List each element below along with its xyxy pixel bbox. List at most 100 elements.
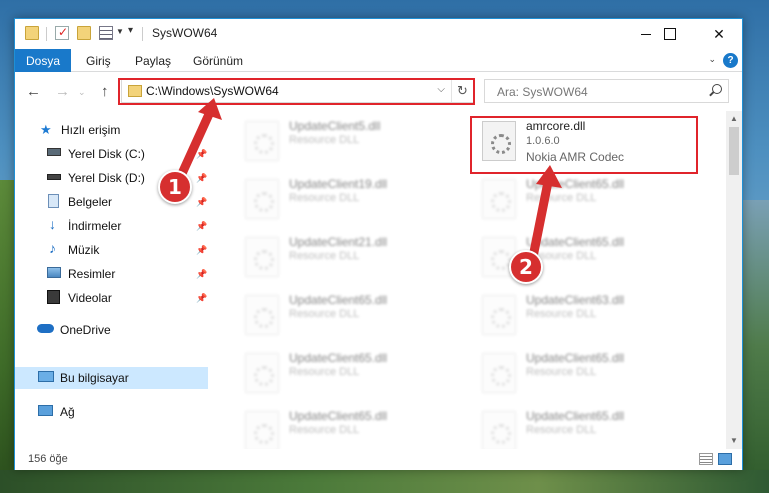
- title-bar: ▼ ▾ SysWOW64 ✕: [15, 19, 742, 49]
- sidebar-item-music[interactable]: ♪ Müzik 📌: [15, 239, 208, 261]
- drive-icon: [47, 174, 61, 180]
- up-button[interactable]: ↑: [101, 83, 109, 100]
- sidebar-item-label: Ağ: [60, 405, 75, 419]
- list-item[interactable]: UpdateClient19.dll Resource DLL: [235, 173, 460, 225]
- item-count: 156 öğe: [28, 453, 68, 465]
- window-title: SysWOW64: [152, 26, 218, 40]
- pin-icon[interactable]: 📌: [196, 173, 207, 184]
- file-name: UpdateClient65.dll: [289, 293, 388, 307]
- details-view-icon[interactable]: [699, 453, 713, 465]
- address-bar-highlight: [118, 78, 475, 105]
- recent-locations-icon[interactable]: ⌄: [78, 87, 86, 98]
- step-badge-1: 1: [158, 170, 192, 204]
- file-type: Resource DLL: [526, 192, 597, 204]
- maximize-button[interactable]: [647, 19, 693, 49]
- navigation-pane: ★ Hızlı erişim Yerel Disk (C:) 📌 Yerel D…: [15, 111, 208, 449]
- file-name: UpdateClient65.dll: [526, 177, 625, 191]
- list-item[interactable]: UpdateClient21.dll Resource DLL: [235, 231, 460, 283]
- list-item[interactable]: UpdateClient65.dll Resource DLL: [235, 289, 460, 341]
- pin-icon[interactable]: 📌: [196, 197, 207, 208]
- file-name: UpdateClient65.dll: [526, 351, 625, 365]
- tab-home[interactable]: Giriş: [86, 49, 111, 72]
- large-icons-view-icon[interactable]: [718, 453, 732, 465]
- file-name: UpdateClient65.dll: [526, 235, 625, 249]
- pin-icon[interactable]: 📌: [196, 245, 207, 256]
- ribbon-tabs: Dosya Giriş Paylaş Görünüm ⌄ ?: [15, 49, 742, 72]
- file-name: UpdateClient63.dll: [526, 293, 625, 307]
- properties-check-icon[interactable]: [55, 25, 69, 40]
- file-name: UpdateClient65.dll: [289, 409, 388, 423]
- forward-button[interactable]: →: [55, 83, 70, 100]
- sidebar-item-label: Yerel Disk (D:): [68, 171, 145, 185]
- file-type: Resource DLL: [526, 308, 597, 320]
- sidebar-item-label: Belgeler: [68, 195, 113, 209]
- chevron-down-icon[interactable]: ▼: [116, 27, 124, 36]
- tab-view[interactable]: Görünüm: [193, 49, 243, 72]
- properties-icon[interactable]: [99, 26, 113, 40]
- file-name: UpdateClient65.dll: [526, 409, 625, 423]
- chevron-down-icon[interactable]: ⌄: [708, 54, 716, 65]
- status-bar: 156 öğe: [15, 449, 742, 470]
- vertical-scrollbar[interactable]: ▲ ▼: [726, 111, 742, 449]
- drive-icon: [47, 148, 61, 156]
- music-icon: ♪: [49, 240, 56, 256]
- sidebar-item-label: Müzik: [68, 243, 100, 257]
- dll-file-icon: [245, 295, 279, 335]
- list-item[interactable]: UpdateClient5.dll Resource DLL: [235, 115, 460, 167]
- list-item[interactable]: UpdateClient65.dll Resource DLL: [235, 405, 460, 449]
- dll-file-icon: [245, 353, 279, 393]
- file-type: Resource DLL: [289, 366, 360, 378]
- sidebar-item-this-pc[interactable]: Bu bilgisayar: [15, 367, 208, 389]
- folder-icon: [25, 26, 39, 40]
- file-type: Resource DLL: [526, 424, 597, 436]
- sidebar-item-downloads[interactable]: ↓ İndirmeler 📌: [15, 215, 208, 237]
- file-name: UpdateClient5.dll: [289, 119, 381, 133]
- customize-toolbar-icon[interactable]: ▾: [128, 25, 133, 36]
- sidebar-item-label: Hızlı erişim: [61, 123, 121, 137]
- pin-icon[interactable]: 📌: [196, 293, 207, 304]
- sidebar-item-label: Resimler: [68, 267, 116, 281]
- file-type: Resource DLL: [526, 366, 597, 378]
- dll-file-icon: [482, 295, 516, 335]
- dll-file-icon: [245, 237, 279, 277]
- sidebar-item-pictures[interactable]: Resimler 📌: [15, 263, 208, 285]
- back-button[interactable]: ←: [26, 83, 41, 100]
- sidebar-item-label: İndirmeler: [68, 219, 122, 233]
- list-item[interactable]: UpdateClient65.dll Resource DLL: [472, 347, 697, 399]
- dll-file-icon: [482, 179, 516, 219]
- sidebar-item-quick-access[interactable]: ★ Hızlı erişim: [15, 119, 208, 141]
- dll-file-icon: [482, 353, 516, 393]
- cloud-icon: [37, 324, 54, 333]
- pin-icon[interactable]: 📌: [196, 149, 207, 160]
- list-item[interactable]: UpdateClient65.dll Resource DLL: [472, 405, 697, 449]
- scroll-down-icon[interactable]: ▼: [730, 436, 738, 445]
- dll-file-icon: [245, 411, 279, 449]
- divider: [46, 27, 47, 41]
- pictures-icon: [47, 267, 61, 278]
- pin-icon[interactable]: 📌: [196, 221, 207, 232]
- list-item[interactable]: UpdateClient65.dll Resource DLL: [235, 347, 460, 399]
- pin-icon[interactable]: 📌: [196, 269, 207, 280]
- dll-file-icon: [245, 179, 279, 219]
- scrollbar-thumb[interactable]: [729, 127, 739, 175]
- list-item[interactable]: UpdateClient65.dll Resource DLL: [472, 231, 697, 283]
- list-item[interactable]: UpdateClient65.dll Resource DLL: [472, 173, 697, 225]
- new-folder-icon[interactable]: [77, 26, 91, 40]
- sidebar-item-onedrive[interactable]: OneDrive: [15, 319, 208, 341]
- scroll-up-icon[interactable]: ▲: [730, 114, 738, 123]
- search-input[interactable]: Ara: SysWOW64: [484, 79, 729, 103]
- close-button[interactable]: ✕: [696, 19, 742, 49]
- sidebar-item-network[interactable]: Ağ: [15, 401, 208, 423]
- search-icon[interactable]: [712, 84, 722, 94]
- help-button[interactable]: ?: [723, 53, 738, 68]
- sidebar-item-videos[interactable]: Videolar 📌: [15, 287, 208, 309]
- file-type: Resource DLL: [289, 424, 360, 436]
- sidebar-item-disk-c[interactable]: Yerel Disk (C:) 📌: [15, 143, 208, 165]
- sidebar-item-label: Bu bilgisayar: [60, 371, 129, 385]
- step-badge-2: 2: [509, 250, 543, 284]
- dll-file-icon: [245, 121, 279, 161]
- list-item[interactable]: UpdateClient63.dll Resource DLL: [472, 289, 697, 341]
- tab-file[interactable]: Dosya: [15, 49, 71, 72]
- divider: [142, 27, 143, 41]
- tab-share[interactable]: Paylaş: [135, 49, 171, 72]
